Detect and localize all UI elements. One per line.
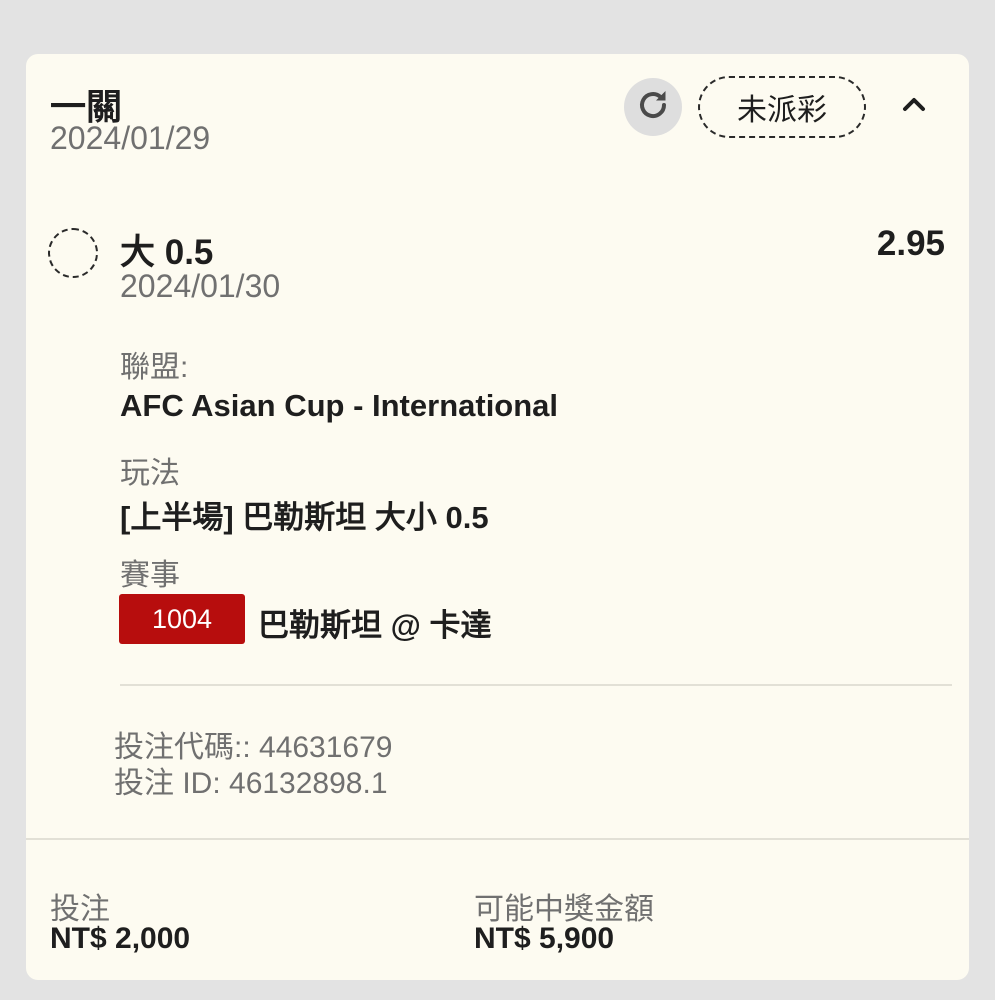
payout-value: NT$ 5,900 bbox=[474, 922, 615, 955]
refresh-button[interactable] bbox=[624, 78, 682, 136]
market-value: [上半場] 巴勒斯坦 大小 0.5 bbox=[120, 500, 489, 535]
selection-status-icon bbox=[48, 228, 98, 278]
event-name: 巴勒斯坦 @ 卡達 bbox=[258, 608, 492, 643]
bet-card: 一關 2024/01/29 未派彩 大 0.5 2.95 2024/01/30 … bbox=[26, 54, 969, 980]
chevron-up-icon bbox=[900, 94, 928, 119]
event-label: 賽事 bbox=[120, 559, 180, 592]
page-gutter bbox=[969, 0, 995, 1000]
divider bbox=[120, 684, 952, 686]
stake-value: NT$ 2,000 bbox=[50, 922, 191, 955]
status-badge: 未派彩 bbox=[698, 76, 866, 138]
bet-id: 投注 ID: 46132898.1 bbox=[114, 767, 388, 800]
footer-divider bbox=[26, 838, 969, 840]
market-label: 玩法 bbox=[120, 457, 180, 490]
league-label: 聯盟: bbox=[120, 351, 189, 384]
bet-date: 2024/01/29 bbox=[50, 120, 211, 156]
selection-odds: 2.95 bbox=[876, 224, 945, 263]
league-value: AFC Asian Cup - International bbox=[120, 388, 559, 423]
refresh-icon bbox=[633, 85, 673, 130]
ticket-edge bbox=[0, 0, 995, 14]
selection-date: 2024/01/30 bbox=[120, 268, 281, 304]
event-code-badge: 1004 bbox=[119, 594, 245, 644]
collapse-button[interactable] bbox=[894, 84, 934, 128]
